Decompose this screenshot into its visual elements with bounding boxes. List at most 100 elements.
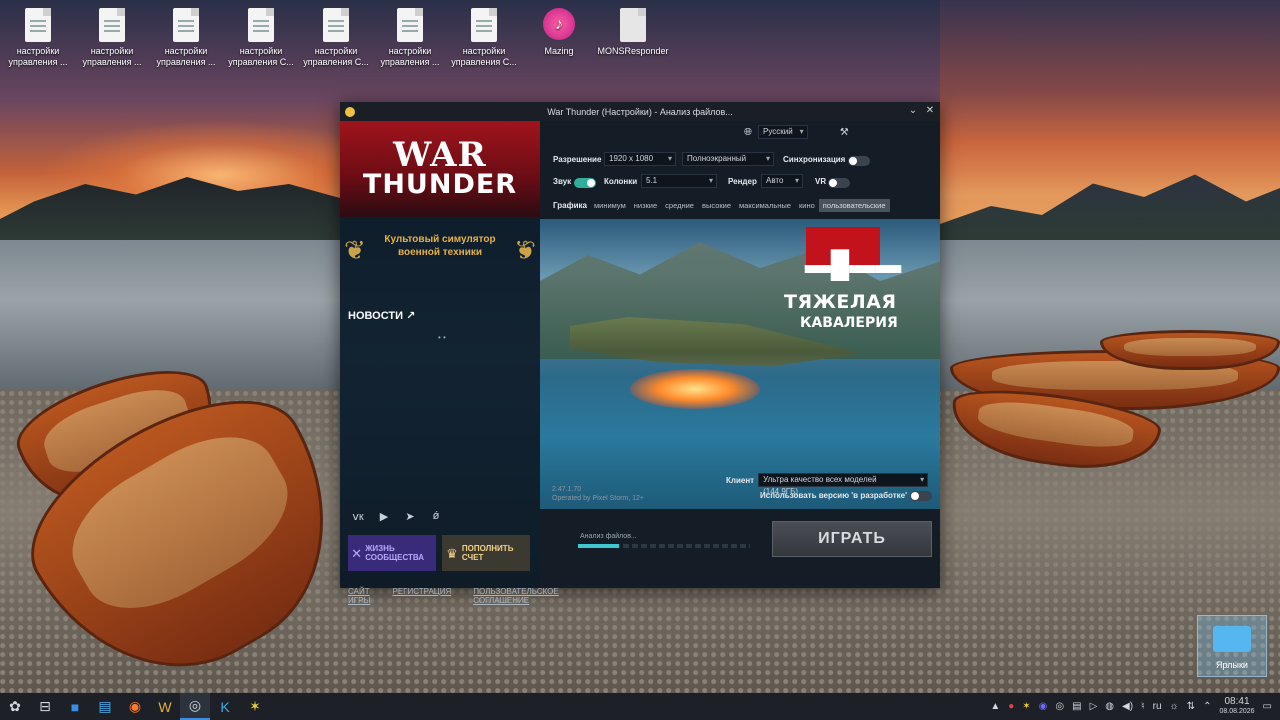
telegram-icon[interactable]: ➤ bbox=[402, 510, 418, 523]
show-desktop-icon[interactable]: ▭ bbox=[1263, 701, 1272, 712]
progress-label: Анализ файлов... bbox=[580, 533, 637, 540]
preset-low[interactable]: низкие bbox=[630, 199, 661, 212]
desktop-icon-label: Mazing bbox=[544, 46, 574, 56]
network-icon[interactable]: ⇅ bbox=[1187, 701, 1195, 712]
desktop-icon-label: настройки управления С... bbox=[451, 46, 517, 67]
render-dropdown[interactable]: Авто bbox=[761, 174, 803, 188]
tray-expand-icon[interactable]: ⌃ bbox=[1203, 701, 1211, 712]
loading-indicator: • • bbox=[438, 333, 446, 342]
obs-icon[interactable]: ◎ bbox=[180, 693, 210, 720]
play-button[interactable]: ИГРАТЬ bbox=[772, 521, 932, 557]
top-up-label: ПОПОЛНИТЬ СЧЕТ bbox=[461, 544, 514, 562]
desktop-icon-label: MONSResponder bbox=[597, 46, 669, 56]
news-link[interactable]: НОВОСТИ ↗ bbox=[348, 309, 415, 322]
mazing-app-icon: ♪ bbox=[543, 8, 575, 40]
disk-icon[interactable]: ◍ bbox=[1105, 701, 1114, 712]
community-label: ЖИЗНЬ СООБЩЕСТВА bbox=[365, 544, 425, 562]
crown-icon: ♛ bbox=[446, 545, 458, 561]
resolution-dropdown[interactable]: 1920 x 1080 bbox=[604, 152, 676, 166]
language-selector: 🌐︎ Русский ⚒ bbox=[744, 125, 849, 139]
discord-icon[interactable]: ◉ bbox=[1039, 701, 1048, 712]
preset-high[interactable]: высокие bbox=[698, 199, 735, 212]
desktop-file-icon[interactable]: настройки управления ... bbox=[76, 6, 148, 68]
banner-title-line1: ТЯЖЕЛАЯ bbox=[784, 291, 897, 313]
clock[interactable]: 08:41 08.08.2026 bbox=[1220, 696, 1255, 717]
language-dropdown[interactable]: Русский bbox=[758, 125, 808, 139]
desktop-icon-label: настройки управления ... bbox=[380, 46, 440, 67]
sync-label: Синхронизация bbox=[783, 155, 846, 164]
preset-custom[interactable]: пользовательские bbox=[818, 199, 890, 212]
site-link[interactable]: САЙТ ИГРЫ bbox=[348, 587, 371, 605]
warthunder-launcher-icon[interactable]: W bbox=[150, 693, 180, 720]
registration-link[interactable]: РЕГИСТРАЦИЯ bbox=[393, 587, 452, 605]
social-links: ⅴк ▶ ➤ ǿ bbox=[350, 510, 444, 523]
start-menu-icon[interactable]: ✿ bbox=[0, 693, 30, 720]
preset-minimum[interactable]: минимум bbox=[590, 199, 630, 212]
speakers-dropdown[interactable]: 5.1 bbox=[641, 174, 717, 188]
document-icon bbox=[397, 8, 423, 42]
sound-toggle[interactable] bbox=[574, 178, 596, 188]
beta-label: Использовать версию 'в разработке' bbox=[760, 491, 907, 500]
footer-links: САЙТ ИГРЫ РЕГИСТРАЦИЯ ПОЛЬЗОВАТЕЛЬСКОЕ С… bbox=[348, 587, 559, 605]
community-button[interactable]: ✕ ЖИЗНЬ СООБЩЕСТВА bbox=[348, 535, 436, 571]
document-icon bbox=[173, 8, 199, 42]
app-icon[interactable]: ■ bbox=[60, 693, 90, 720]
desktop-icon-label: настройки управления ... bbox=[156, 46, 216, 67]
desktop-file-icon[interactable]: настройки управления ... bbox=[2, 6, 74, 68]
file-manager-icon[interactable]: ▤ bbox=[90, 693, 120, 720]
keyboard-layout[interactable]: ru bbox=[1153, 701, 1162, 712]
banner-title-line2: КАВАЛЕРИЯ bbox=[800, 315, 898, 331]
spark-tray-icon[interactable]: ✶ bbox=[1022, 701, 1030, 712]
close-button[interactable]: ✕ bbox=[923, 104, 937, 118]
microphone-icon[interactable]: ♮ bbox=[1141, 701, 1145, 712]
notifications-icon[interactable]: ▲ bbox=[990, 701, 1000, 712]
brightness-icon[interactable]: ☼ bbox=[1170, 701, 1179, 712]
preset-max[interactable]: максимальные bbox=[735, 199, 795, 212]
beta-row: Использовать версию 'в разработке' bbox=[760, 491, 932, 501]
laurel-right-icon: ❦ bbox=[514, 235, 536, 265]
version-number: 2.47.1.70 bbox=[552, 486, 582, 493]
desktop-file-icon[interactable]: MONSResponder bbox=[597, 6, 669, 57]
window-titlebar[interactable]: War Thunder (Настройки) - Анализ файлов.… bbox=[340, 102, 940, 121]
task-view-icon[interactable]: ⊟ bbox=[30, 693, 60, 720]
preset-medium[interactable]: средние bbox=[661, 199, 698, 212]
sync-toggle[interactable] bbox=[848, 156, 870, 166]
client-row: Клиент Ультра качество всех моделей (144… bbox=[726, 473, 929, 496]
progress-fill bbox=[578, 544, 620, 548]
display-mode-dropdown[interactable]: Полноэкранный bbox=[682, 152, 774, 166]
desktop-file-icon[interactable]: настройки управления С... bbox=[448, 6, 520, 68]
sound-label: Звук bbox=[553, 177, 572, 186]
vk-icon[interactable]: ⅴк bbox=[350, 510, 366, 523]
record-icon[interactable]: ● bbox=[1008, 701, 1014, 712]
volume-icon[interactable]: ◀) bbox=[1122, 701, 1133, 712]
desktop-icon-label: настройки управления ... bbox=[8, 46, 68, 67]
wrench-icon[interactable]: ⚒ bbox=[840, 127, 849, 138]
shortcuts-folder[interactable]: Ярлыки bbox=[1197, 615, 1267, 677]
client-dropdown[interactable]: Ультра качество всех моделей (144.9ГБ) bbox=[758, 473, 929, 496]
beta-toggle[interactable] bbox=[910, 491, 932, 501]
spark-app-icon[interactable]: ✶ bbox=[240, 693, 270, 720]
media-icon[interactable]: ▷ bbox=[1090, 701, 1098, 712]
desktop-file-icon[interactable]: настройки управления ... bbox=[374, 6, 446, 68]
minimize-button[interactable]: ⌄ bbox=[906, 104, 920, 118]
desktop-app-mazing[interactable]: ♪ Mazing bbox=[523, 6, 595, 57]
user-agreement-link[interactable]: ПОЛЬЗОВАТЕЛЬСКОЕ СОГЛАШЕНИЕ bbox=[473, 587, 559, 605]
firefox-icon[interactable]: ◉ bbox=[120, 693, 150, 720]
render-label: Рендер bbox=[728, 177, 757, 186]
vr-toggle[interactable] bbox=[828, 178, 850, 188]
kde-connect-icon[interactable]: K bbox=[210, 693, 240, 720]
youtube-icon[interactable]: ▶ bbox=[376, 510, 392, 523]
steam-icon[interactable]: ◎ bbox=[1055, 701, 1064, 712]
desktop-file-icon[interactable]: настройки управления С... bbox=[225, 6, 297, 68]
odnoklassniki-icon[interactable]: ǿ bbox=[428, 510, 444, 523]
top-up-button[interactable]: ♛ ПОПОЛНИТЬ СЧЕТ bbox=[442, 535, 530, 571]
desktop-file-icon[interactable]: настройки управления С... bbox=[300, 6, 372, 68]
document-icon bbox=[323, 8, 349, 42]
preset-cinema[interactable]: кино bbox=[795, 199, 819, 212]
war-thunder-launcher-window: War Thunder (Настройки) - Анализ файлов.… bbox=[340, 102, 940, 605]
promo-artwork[interactable]: ▬█▬▬ ТЯЖЕЛАЯ КАВАЛЕРИЯ 2.47.1.70 Operate… bbox=[540, 219, 940, 509]
desktop-file-icon[interactable]: настройки управления ... bbox=[150, 6, 222, 68]
clipboard-icon[interactable]: ▤ bbox=[1072, 701, 1081, 712]
desktop-icon-label: настройки управления С... bbox=[228, 46, 294, 67]
graphics-presets: минимум низкие средние высокие максималь… bbox=[590, 199, 890, 212]
